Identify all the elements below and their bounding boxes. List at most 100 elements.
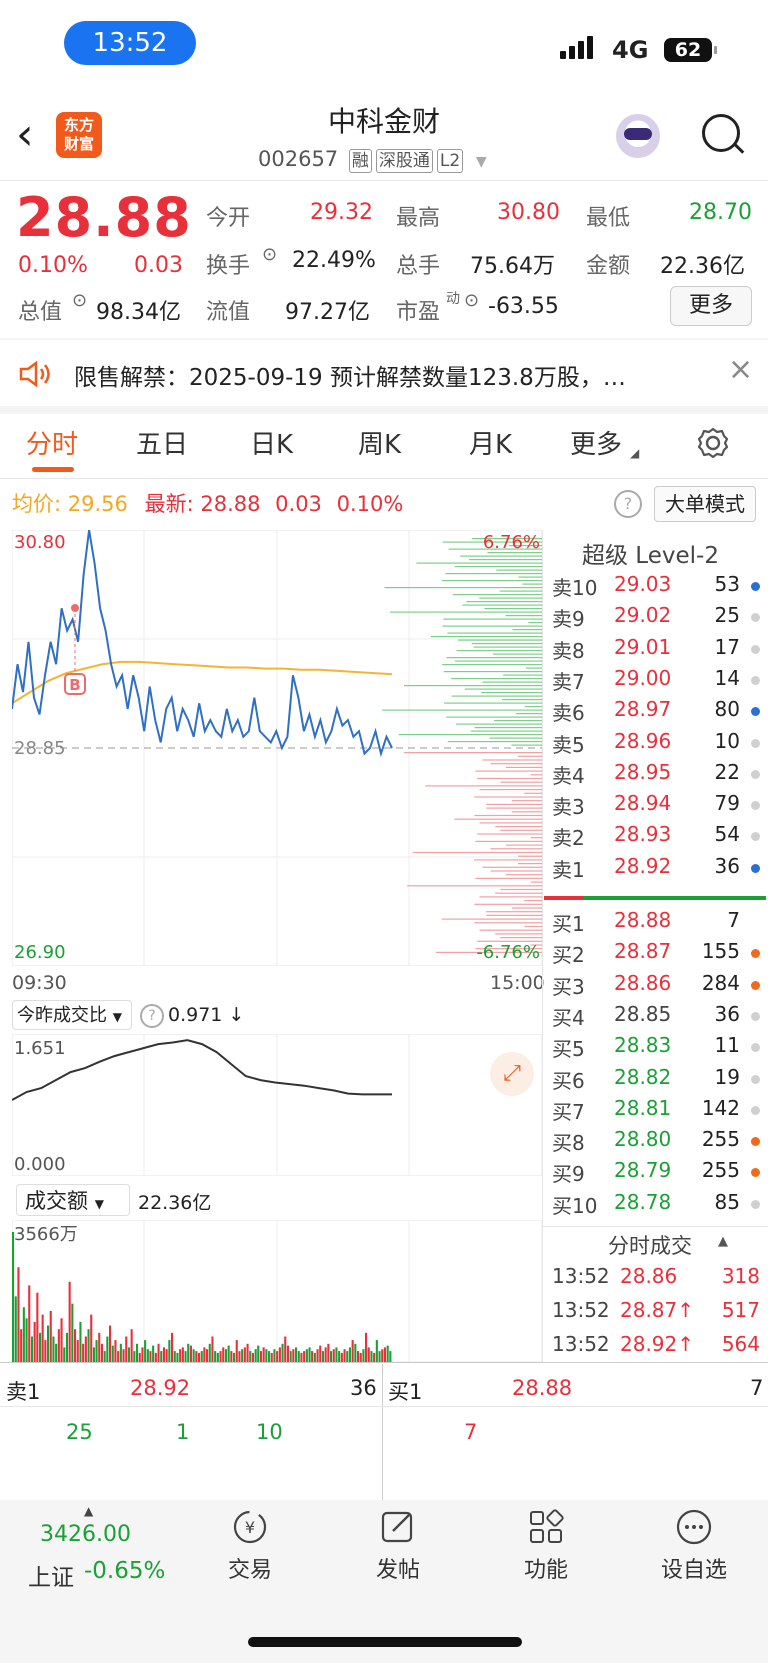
tab-monthly[interactable]: 月K (469, 424, 512, 461)
depth-bar (479, 896, 542, 898)
close-icon[interactable]: × (728, 352, 753, 387)
index-value[interactable]: 3426.00 (40, 1522, 131, 1547)
amount-bar (297, 1351, 300, 1362)
indicator-dot (751, 1137, 760, 1147)
row-volume: 255 (701, 1127, 740, 1152)
volume-ratio-dropdown[interactable]: 今昨成交比 ▼ (12, 1000, 132, 1030)
tab-more[interactable]: 更多 (570, 424, 622, 461)
orderbook-title: 超级 Level-2 (582, 543, 719, 569)
row-volume: 80 (714, 697, 740, 722)
orderbook-row[interactable]: 卖5 28.96 10 (552, 729, 760, 759)
amount-bar (251, 1352, 254, 1362)
amount-dropdown[interactable]: 成交额 ▼ (16, 1184, 130, 1216)
help-icon[interactable]: ? (614, 490, 642, 518)
amount-bar (265, 1349, 268, 1362)
more-button[interactable]: 更多 (670, 286, 752, 326)
open-value: 29.32 (310, 200, 373, 225)
latest-pct: 0.10% (336, 492, 404, 516)
orderbook-row[interactable]: 买3 28.86 284 (552, 971, 760, 1001)
depth-bar (495, 892, 542, 894)
indicator-dot (751, 1074, 760, 1084)
info-icon[interactable]: ⊙ (464, 290, 479, 311)
depth-bar (518, 576, 542, 578)
amount-bar (216, 1352, 219, 1362)
amount-bar (259, 1351, 262, 1362)
indicator-dot (751, 1043, 760, 1053)
row-label: 买4 (552, 1005, 585, 1030)
tab-intraday[interactable]: 分时 (26, 424, 78, 461)
amount-bar (354, 1343, 357, 1362)
row-price: 28.85 (614, 1001, 672, 1026)
orderbook-row[interactable]: 买1 28.88 7 (552, 908, 760, 938)
amount-bar (39, 1332, 42, 1362)
orderbook-row[interactable]: 卖2 28.93 54 (552, 822, 760, 852)
expand-icon[interactable]: ⤢ (490, 1052, 534, 1096)
trade-time: 13:52 (552, 1298, 610, 1322)
orderbook-row[interactable]: 买5 28.83 11 (552, 1033, 760, 1063)
tab-weekly[interactable]: 周K (358, 424, 401, 461)
amount-bar (219, 1351, 222, 1362)
orderbook-row[interactable]: 买8 28.80 255 (552, 1127, 760, 1157)
unlock-notice[interactable]: 限售解禁：2025-09-19 预计解禁数量123.8万股，… × (0, 340, 768, 406)
orderbook-row[interactable]: 卖8 29.01 17 (552, 635, 760, 665)
queue-sell-label: 卖1 (6, 1380, 41, 1404)
stock-code: 002657 (258, 147, 339, 171)
assistant-avatar-icon[interactable] (616, 114, 660, 158)
index-name[interactable]: 上证 (28, 1558, 74, 1592)
row-volume: 19 (714, 1064, 740, 1089)
depth-bar (486, 807, 542, 809)
orderbook-row[interactable]: 卖1 28.92 36 (552, 854, 760, 884)
nav-watchlist[interactable]: 设自选 (634, 1508, 754, 1584)
orderbook-row[interactable]: 买10 28.78 85 (552, 1190, 760, 1220)
intraday-chart[interactable]: B 30.80 28.85 26.90 6.76% -6.76% (12, 530, 542, 966)
info-icon[interactable]: ⊙ (262, 244, 277, 265)
info-icon[interactable]: ⊙ (72, 290, 87, 311)
search-icon[interactable] (702, 114, 740, 152)
orderbook-row[interactable]: 买7 28.81 142 (552, 1096, 760, 1126)
trades-title[interactable]: 分时成交 (608, 1230, 692, 1260)
tab-daily[interactable]: 日K (250, 424, 293, 461)
orderbook-row[interactable]: 卖7 29.00 14 (552, 666, 760, 696)
depth-bar (482, 759, 542, 761)
settings-gear-icon[interactable] (696, 426, 730, 460)
orderbook-row[interactable]: 买9 28.79 255 (552, 1158, 760, 1188)
amount-bar (327, 1343, 330, 1362)
row-price: 28.88 (614, 908, 672, 932)
amount-bar (367, 1347, 370, 1362)
row-label: 卖7 (552, 669, 585, 694)
help-icon[interactable]: ? (140, 1004, 164, 1028)
float-value: 97.27亿 (285, 300, 370, 325)
depth-bar (460, 555, 542, 557)
amount-bar (144, 1340, 147, 1362)
nav-trade[interactable]: ¥ 交易 (190, 1508, 310, 1584)
amount-bar (386, 1345, 389, 1362)
index-change[interactable]: -0.65% (84, 1558, 165, 1584)
orderbook-divider (542, 530, 543, 1362)
nav-functions[interactable]: 功能 (486, 1508, 606, 1584)
row-label: 卖2 (552, 826, 585, 851)
orderbook-row[interactable]: 卖6 28.97 80 (552, 697, 760, 727)
nav-post[interactable]: 发帖 (338, 1508, 458, 1584)
big-order-mode-button[interactable]: 大单模式 (654, 486, 756, 522)
orderbook-row[interactable]: 卖9 29.02 25 (552, 603, 760, 633)
orderbook-row[interactable]: 卖4 28.95 22 (552, 760, 760, 790)
mktcap-label: 总值 (18, 300, 63, 325)
orderbook-row[interactable]: 卖10 29.03 53 (552, 572, 760, 602)
change-value: 0.03 (134, 253, 183, 278)
amount-bar (270, 1352, 273, 1362)
row-label: 买5 (552, 1037, 585, 1062)
orderbook-row[interactable]: 买6 28.82 19 (552, 1065, 760, 1095)
volume-ratio-chart: 1.651 0.000 (12, 1034, 542, 1176)
depth-bar (505, 766, 542, 768)
row-price: 28.96 (614, 728, 672, 753)
stock-code-row[interactable]: 002657 融深股通 L2 ▼ (258, 147, 487, 173)
orderbook-row[interactable]: 买4 28.85 36 (552, 1002, 760, 1032)
row-label: 卖6 (552, 701, 585, 726)
pe-sup: 动 (446, 291, 460, 307)
orderbook-row[interactable]: 卖3 28.94 79 (552, 791, 760, 821)
depth-bar (502, 699, 542, 701)
depth-bar (462, 604, 542, 606)
tab-5day[interactable]: 五日 (136, 424, 188, 461)
orderbook-row[interactable]: 买2 28.87 155 (552, 939, 760, 969)
row-label: 卖1 (552, 857, 585, 882)
